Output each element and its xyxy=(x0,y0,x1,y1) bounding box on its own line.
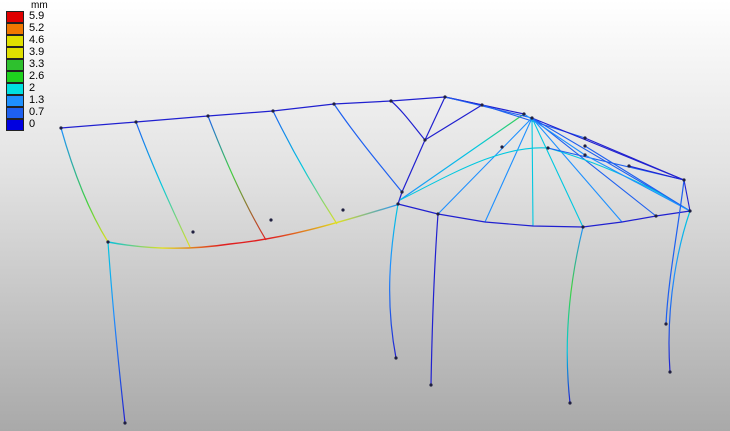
legend-label: 0 xyxy=(29,118,36,130)
legend-swatch xyxy=(6,95,24,107)
left-deformed-edge xyxy=(60,127,109,243)
legend-label: 3.3 xyxy=(29,58,45,70)
legend-swatch xyxy=(6,119,24,131)
legend-swatch xyxy=(6,107,24,119)
legend-swatch xyxy=(6,59,24,71)
ribs xyxy=(135,100,426,248)
legend-swatch xyxy=(6,83,24,95)
legend-label: 5.9 xyxy=(29,10,45,22)
legend-swatch xyxy=(6,47,24,59)
legend-label: 4.6 xyxy=(29,34,45,46)
legend-swatch xyxy=(6,35,24,47)
right-lower-chord xyxy=(397,203,691,228)
right-roof xyxy=(399,96,691,228)
legend-label: 5.2 xyxy=(29,22,45,34)
middle-bracing xyxy=(397,96,525,205)
legend-swatch xyxy=(6,23,24,35)
legend-label: 2 xyxy=(29,82,36,94)
lower-deformed-chord xyxy=(107,203,401,249)
legend-label: 2.6 xyxy=(29,70,45,82)
legend-label: 0.7 xyxy=(29,106,45,118)
legend-label: 1.3 xyxy=(29,94,45,106)
displacement-legend: mm 5.9 5.2 4.6 3.9 3.3 2.6 2 1.3 0.7 0 xyxy=(4,1,54,131)
columns xyxy=(107,179,691,424)
model-viewport[interactable] xyxy=(0,0,730,431)
legend-swatch xyxy=(6,71,24,83)
upper-chord xyxy=(60,96,446,129)
legend-label: 3.9 xyxy=(29,46,45,58)
legend-swatch xyxy=(6,11,24,23)
